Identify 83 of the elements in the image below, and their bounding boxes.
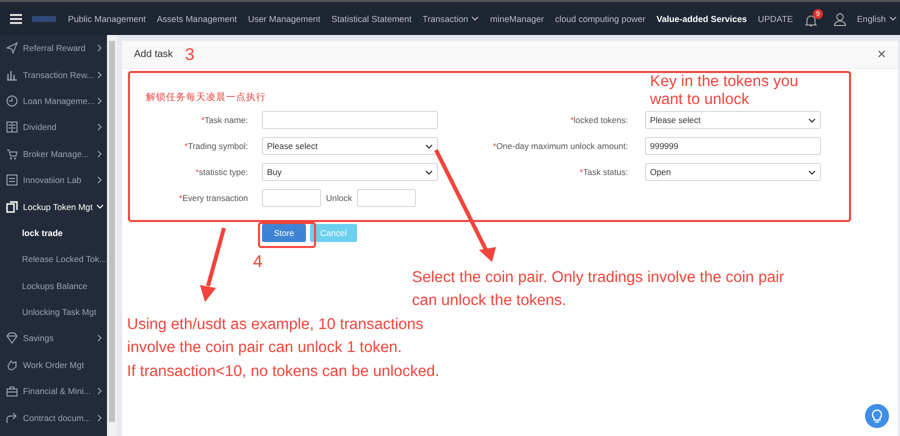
bell-icon <box>804 14 818 28</box>
select-field[interactable]: Open <box>645 163 821 181</box>
input-field[interactable] <box>356 189 416 207</box>
nav-item[interactable]: Public Management <box>68 14 146 24</box>
field-label: *Every transaction <box>178 192 249 205</box>
input-field[interactable] <box>262 111 438 129</box>
chevron-down-icon <box>471 15 480 22</box>
chevron-right-icon <box>96 123 104 132</box>
dialog-title: Add task <box>134 49 173 60</box>
sidebar-item[interactable]: Broker Manage... <box>0 140 107 167</box>
input-field[interactable]: 999999 <box>645 137 821 155</box>
sidebar-item[interactable]: Referral Reward <box>0 35 107 62</box>
field-label: *One-day maximum unlock amount: <box>492 140 629 153</box>
field-label: Unlock <box>326 193 352 203</box>
chevron-right-icon <box>96 414 104 422</box>
chevron-right-icon <box>96 44 104 52</box>
annotation-text: Key in the tokens you want to unlock <box>650 73 798 109</box>
submenu-item[interactable]: Unlocking Task Mgt <box>0 298 107 326</box>
documents-icon <box>6 200 18 213</box>
language-selector[interactable]: English <box>856 14 897 24</box>
book-icon <box>6 121 18 134</box>
annotation-text: Using eth/usdt as example, 10 transactions involve the coin pair can unlock 1 token. If transaction<10, no tokens can be unlocked. <box>127 315 440 382</box>
sidebar-item[interactable]: Loan Manageme... <box>0 88 107 114</box>
nav-item[interactable]: Value-added Services <box>656 14 747 24</box>
clock-icon <box>6 94 18 107</box>
select-field[interactable]: Buy <box>262 163 438 181</box>
submenu-item[interactable]: Lockups Balance <box>0 272 107 299</box>
sidebar-item[interactable]: Lockup Token Mgt <box>0 193 107 220</box>
field-label: *locked tokens: <box>569 114 629 127</box>
chevron-right-icon <box>96 176 104 184</box>
input-field[interactable] <box>262 189 321 207</box>
user-icon[interactable] <box>832 12 847 26</box>
select-field[interactable]: Please select <box>262 137 438 155</box>
notice-text: 解锁任务每天凌晨一点执行 <box>146 91 266 103</box>
nav-item[interactable]: UPDATE <box>758 14 793 24</box>
sidebar-item[interactable]: Contract docum... <box>0 404 107 431</box>
annotation-text: Select the coin pair. Only tradings involve the coin pair can unlock the tokens. <box>412 268 784 312</box>
field-label: *statistic type: <box>194 166 249 179</box>
nav-item[interactable]: Statistical Statement <box>331 14 412 24</box>
chevron-down-icon <box>96 202 104 211</box>
sidebar-item[interactable]: Transaction Rew... <box>0 61 107 88</box>
submenu-item[interactable]: Release Locked Tok... <box>0 246 107 273</box>
sidebar-item[interactable]: Savings <box>0 325 107 352</box>
chevron-down-icon <box>425 168 433 176</box>
chevron-right-icon <box>96 334 104 342</box>
nav-item[interactable]: mineManager <box>490 14 544 24</box>
list-icon <box>6 174 18 186</box>
nav-item[interactable]: cloud computing power <box>554 14 646 24</box>
hand-icon <box>6 358 18 371</box>
menu-icon[interactable] <box>10 14 22 24</box>
chevron-right-icon <box>96 150 104 158</box>
step-number: 4 <box>253 252 262 272</box>
scrollbar[interactable] <box>107 35 117 436</box>
sidebar-item[interactable]: Work Order Mgt <box>0 352 107 378</box>
field-label: *Trading symbol: <box>184 140 249 153</box>
send-icon <box>6 42 18 54</box>
chevron-down-icon <box>808 168 816 176</box>
cart-icon <box>6 148 18 160</box>
close-button[interactable]: × <box>877 46 886 63</box>
sidebar-item[interactable]: Dividend <box>0 114 107 141</box>
briefcase-icon <box>6 385 18 398</box>
store-button[interactable]: Store <box>262 224 306 242</box>
logo-icon <box>32 14 56 24</box>
sidebar-item[interactable]: Financial & Mini... <box>0 378 107 404</box>
chevron-down-icon <box>888 15 897 22</box>
chevron-right-icon <box>96 70 104 79</box>
sidebar-item[interactable]: Innovatiion Lab <box>0 166 107 194</box>
field-label: *Task name: <box>200 114 249 127</box>
chevron-down-icon <box>425 142 433 150</box>
chevron-down-icon <box>808 116 816 124</box>
bar-chart-icon <box>6 68 18 81</box>
diamond-icon <box>6 332 18 344</box>
chevron-right-icon <box>96 96 104 105</box>
step-number: 3 <box>185 45 194 66</box>
submenu-item[interactable]: lock trade <box>0 220 107 246</box>
chevron-right-icon <box>96 387 104 396</box>
select-field[interactable]: Please select <box>645 111 821 129</box>
share-icon <box>6 412 18 424</box>
nav-item[interactable]: User Management <box>248 14 320 24</box>
nav-item[interactable]: Assets Management <box>156 14 237 24</box>
lightbulb-icon[interactable] <box>865 404 889 428</box>
nav-item[interactable]: Transaction <box>422 14 480 24</box>
field-label: *Task status: <box>578 166 629 179</box>
